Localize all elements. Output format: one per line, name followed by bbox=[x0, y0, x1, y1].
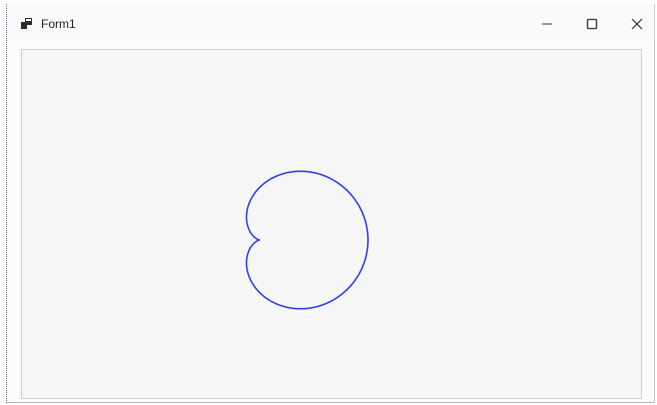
maximize-icon bbox=[586, 18, 598, 30]
close-icon bbox=[631, 18, 643, 30]
minimize-icon bbox=[542, 23, 552, 25]
form1-window: Form1 bbox=[6, 4, 655, 403]
maximize-button[interactable] bbox=[576, 12, 608, 36]
minimize-button[interactable] bbox=[531, 12, 563, 36]
title-bar[interactable]: Form1 bbox=[7, 4, 654, 44]
cardioid-curve bbox=[245, 170, 369, 310]
drawing-canvas bbox=[245, 170, 369, 310]
form-app-icon bbox=[21, 18, 32, 29]
close-button[interactable] bbox=[621, 12, 653, 36]
window-title: Form1 bbox=[41, 17, 76, 31]
form-client-area bbox=[21, 49, 642, 399]
